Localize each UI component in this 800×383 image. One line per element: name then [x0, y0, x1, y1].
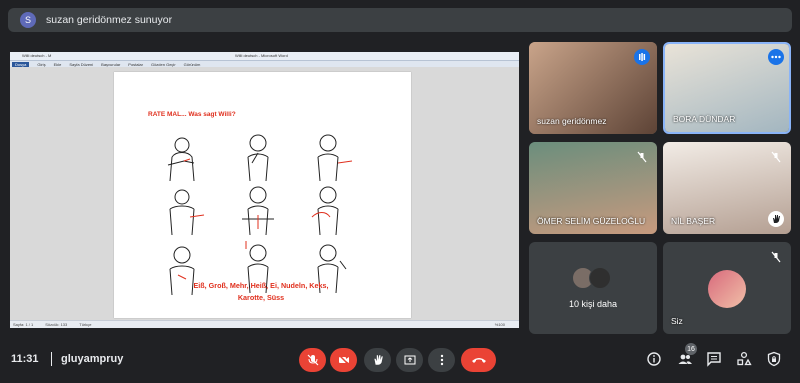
- camera-off-icon: [337, 354, 350, 366]
- present-screen-icon: [404, 355, 415, 365]
- mic-off-icon: [307, 354, 318, 366]
- word-app-title: Willi deutsch - Microsoft Word: [235, 53, 288, 58]
- ribbon-tab: Dosya: [12, 61, 30, 67]
- people-count-badge: 16: [685, 343, 697, 355]
- more-participants-tile[interactable]: 10 kişi daha: [529, 242, 657, 334]
- mic-off-icon: [634, 149, 650, 165]
- phone-hangup-icon: [471, 358, 486, 363]
- ribbon-tab: Ekle: [53, 61, 62, 67]
- document-heading: RATE MAL... Was sagt Willi?: [148, 111, 236, 118]
- willi-sign-illustrations: [167, 134, 353, 296]
- willi-figure: [169, 189, 205, 236]
- meeting-time: 11:31: [11, 353, 39, 365]
- self-avatar: [708, 270, 746, 308]
- status-zoom: %100: [494, 322, 505, 327]
- shield-lock-icon: [767, 351, 781, 367]
- more-options-button[interactable]: [428, 348, 455, 372]
- mic-off-icon: [768, 149, 784, 165]
- participant-name: ÖMER SELİM GÜZELOĞLU: [537, 216, 646, 226]
- presenter-banner: S suzan geridönmez sunuyor: [8, 8, 792, 32]
- word-statusbar: Sayfa: 1 / 1 Sözcük: 133 Türkçe %100: [10, 320, 519, 328]
- self-tile[interactable]: Siz: [663, 242, 791, 334]
- end-call-button[interactable]: [461, 348, 496, 372]
- activities-button[interactable]: [735, 350, 753, 368]
- camera-button[interactable]: [330, 348, 357, 372]
- mic-off-icon: [768, 249, 784, 265]
- participant-avatar: [589, 267, 611, 289]
- document-page: RATE MAL... Was sagt Willi? Eiß, Groß, M…: [114, 72, 411, 318]
- willi-figure: [311, 186, 339, 236]
- shared-screen: Willi deutsch - M Willi deutsch - Micros…: [10, 52, 519, 328]
- separator: [51, 352, 52, 366]
- meeting-info-button[interactable]: [645, 350, 663, 368]
- participant-name: BORA DÜNDAR: [673, 114, 736, 124]
- caption-line: Eiß, Groß, Mehr, Heiß, Ei, Nudeln, Keks,: [193, 281, 329, 290]
- participant-tile[interactable]: ÖMER SELİM GÜZELOĞLU: [529, 142, 657, 234]
- more-options-icon[interactable]: [768, 49, 784, 65]
- willi-figure: [247, 134, 269, 182]
- ribbon-tab: Sayfa Düzeni: [69, 61, 94, 67]
- presenter-avatar: S: [20, 12, 36, 28]
- participant-name: NİL BAŞER: [671, 216, 716, 226]
- raised-hand-icon: [768, 211, 784, 227]
- ribbon-tab: Başvurular: [101, 61, 121, 67]
- chat-button[interactable]: [705, 350, 723, 368]
- more-vert-icon: [440, 354, 443, 366]
- activities-icon: [737, 351, 752, 366]
- participant-tile[interactable]: suzan geridönmez: [529, 42, 657, 134]
- status-page: Sayfa: 1 / 1: [13, 322, 34, 327]
- info-icon: [647, 352, 661, 366]
- host-controls-button[interactable]: [765, 350, 783, 368]
- word-window-title: Willi deutsch - M: [22, 53, 52, 58]
- word-window: Willi deutsch - M Willi deutsch - Micros…: [10, 52, 519, 328]
- more-participants-label: 10 kişi daha: [568, 299, 618, 309]
- participant-tile[interactable]: BORA DÜNDAR: [663, 42, 791, 134]
- meeting-code: gluyampruy: [61, 353, 124, 365]
- present-button[interactable]: [396, 348, 423, 372]
- word-titlebar: Willi deutsch - M Willi deutsch - Micros…: [10, 52, 519, 61]
- word-ribbon: Dosya Giriş Ekle Sayfa Düzeni Başvurular…: [10, 61, 519, 67]
- speaking-indicator-icon: [634, 49, 650, 65]
- raise-hand-button[interactable]: [364, 348, 391, 372]
- microphone-button[interactable]: [299, 348, 326, 372]
- participant-name: suzan geridönmez: [537, 116, 607, 126]
- status-words: Sözcük: 133: [45, 322, 68, 327]
- presenter-text: suzan geridönmez sunuyor: [46, 14, 173, 26]
- willi-figure: [167, 137, 195, 182]
- participant-tile[interactable]: NİL BAŞER: [663, 142, 791, 234]
- status-language: Türkçe: [79, 322, 92, 327]
- willi-figure: [317, 134, 353, 182]
- ribbon-tab: Postalar: [128, 61, 143, 67]
- caption-line: Karotte, Süss: [237, 293, 285, 302]
- chat-icon: [707, 352, 721, 367]
- ribbon-tab: Gözden Geçir: [150, 61, 176, 67]
- ribbon-tab: Giriş: [37, 61, 46, 67]
- willi-figure: [242, 186, 274, 236]
- hand-icon: [373, 355, 383, 365]
- participant-name: Siz: [671, 316, 683, 326]
- document-caption: Eiß, Groß, Mehr, Heiß, Ei, Nudeln, Keks,…: [166, 280, 356, 304]
- ribbon-tab: Görünüm: [183, 61, 201, 67]
